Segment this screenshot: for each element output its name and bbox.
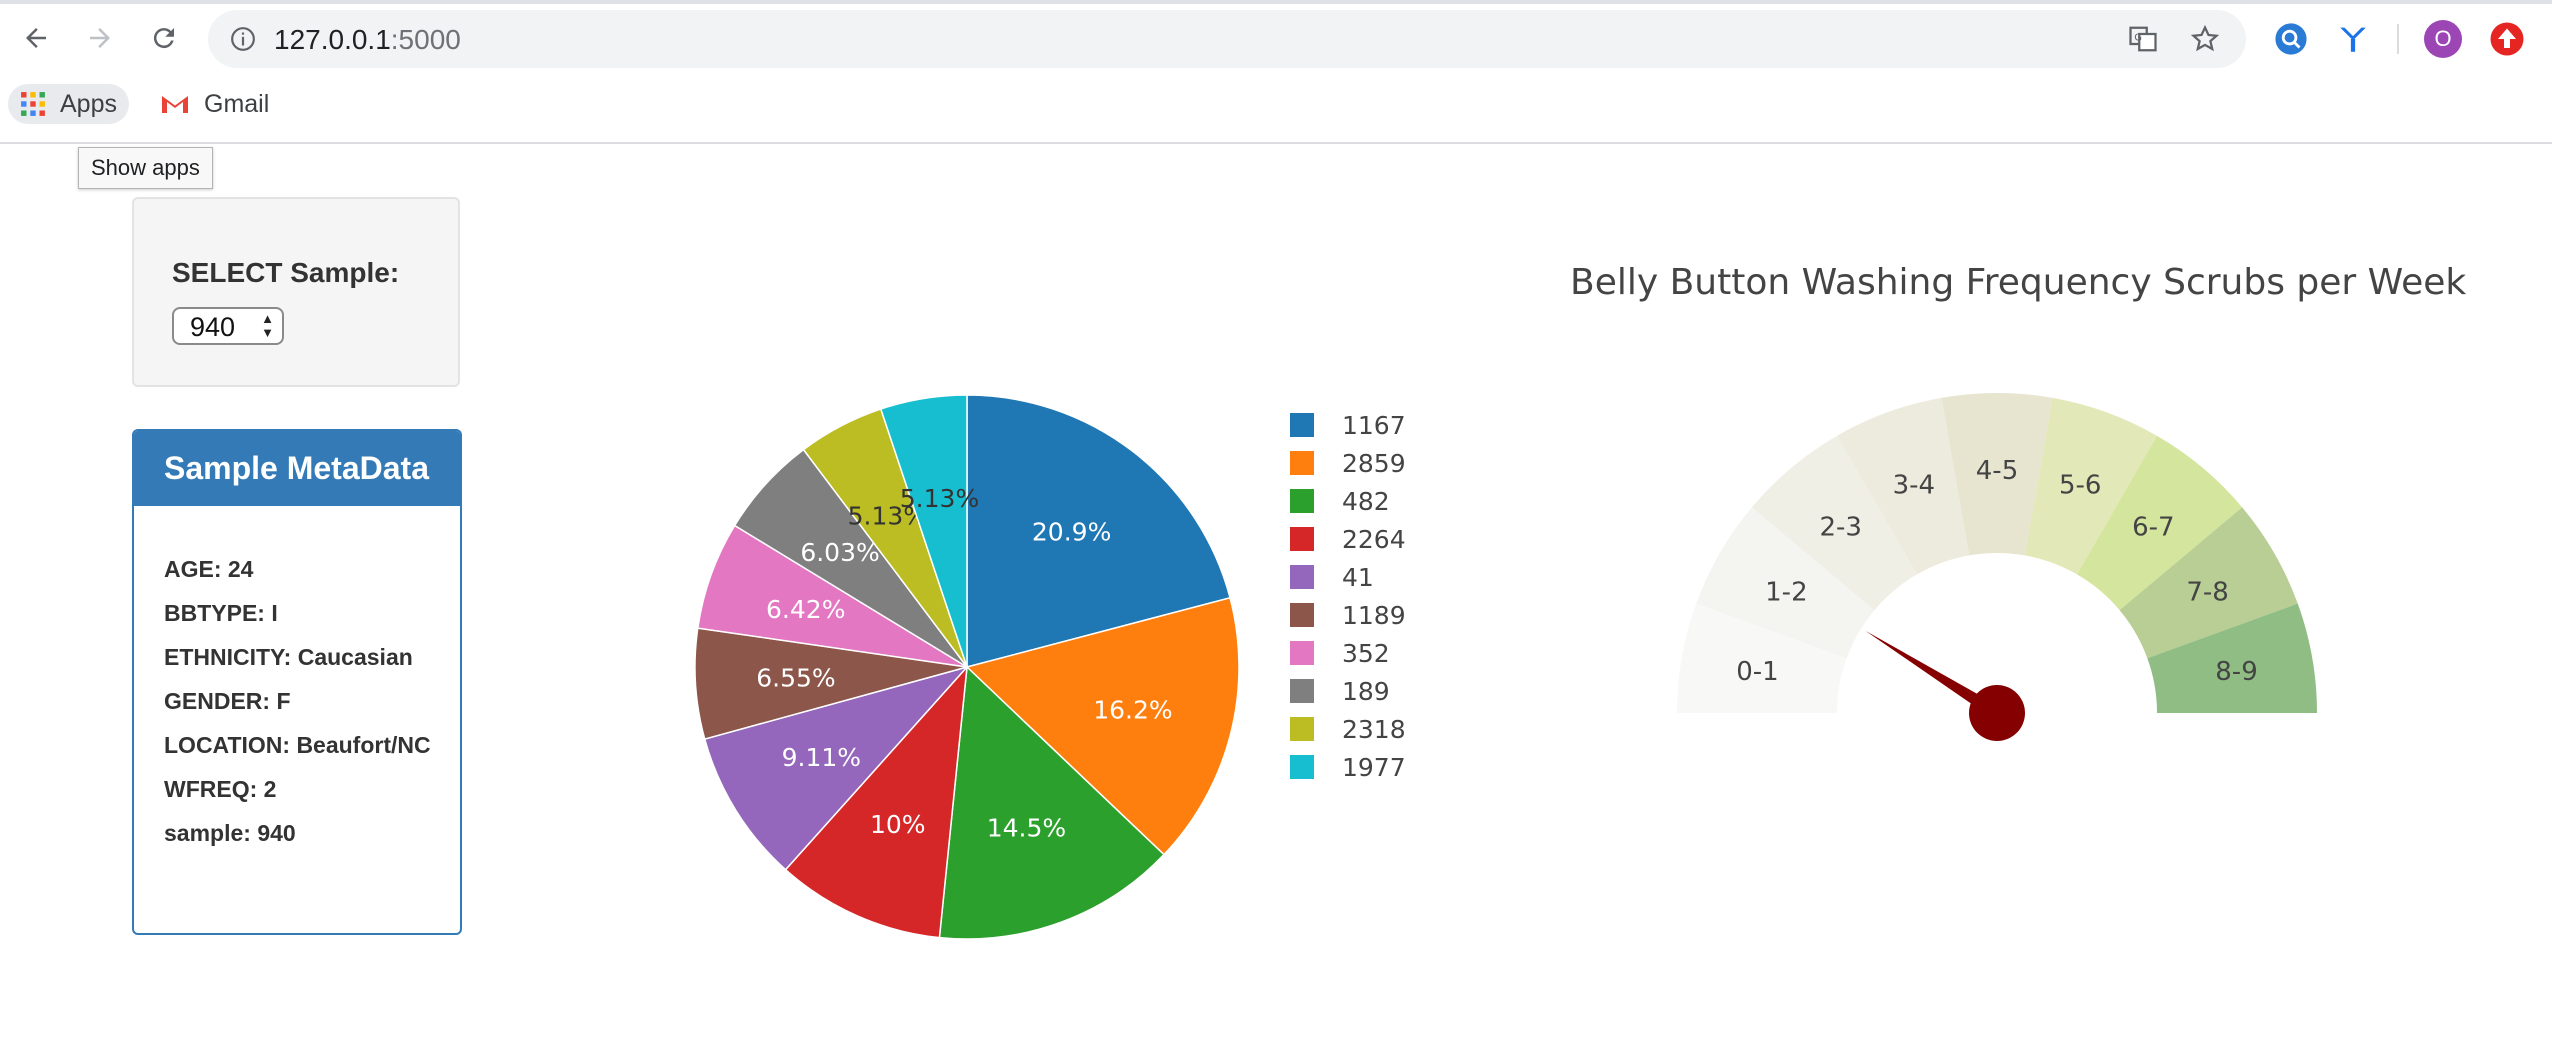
legend-swatch-1189	[1290, 603, 1314, 627]
gauge-needle-hub	[1969, 685, 2025, 741]
gauge-chart[interactable]: 0-1 1-2 2-3 3-4 4-5 5-6 6-7 7-8 8-9	[1540, 240, 2360, 800]
avatar: O	[2424, 20, 2462, 58]
metadata-panel-title: Sample MetaData	[134, 431, 460, 506]
legend-label-1167[interactable]: 1167	[1342, 411, 1406, 440]
extension-y[interactable]	[2334, 20, 2372, 58]
reload-button[interactable]	[142, 16, 186, 60]
gauge-band-label: 5-6	[2059, 470, 2101, 500]
browser-chrome: 127.0.0.1:5000 G O Apps Gmail	[0, 0, 2552, 144]
gauge-band-label: 0-1	[1736, 657, 1778, 687]
sample-select-value: 940	[190, 312, 236, 342]
y-extension-icon	[2340, 27, 2366, 52]
update-button[interactable]	[2488, 20, 2526, 58]
metadata-list: AGE: 24 BBTYPE: I ETHNICITY: Caucasian G…	[164, 556, 444, 864]
legend-swatch-41	[1290, 565, 1314, 589]
pie-chart[interactable]: 20.9% 16.2% 14.5% 10% 9.11% 6.55% 6.42% 6.03% 5.…	[680, 360, 1440, 960]
gmail-icon	[162, 96, 188, 113]
pie-slice-label: 9.11%	[782, 743, 861, 772]
legend-swatch-1167	[1290, 413, 1314, 437]
gauge-band-label: 4-5	[1976, 456, 2018, 486]
gauge-band-label: 6-7	[2132, 513, 2174, 543]
extension-search[interactable]	[2272, 20, 2310, 58]
sample-select-dropdown[interactable]: 940 ▲ ▼	[172, 307, 284, 345]
apps-grid-icon	[21, 92, 45, 116]
gauge-band-label: 8-9	[2215, 657, 2257, 687]
pie-slice-label: 6.03%	[800, 538, 879, 567]
select-sample-label: SELECT Sample:	[172, 257, 400, 288]
bookmark-gmail[interactable]: Gmail	[148, 84, 281, 124]
gauge-band-label: 1-2	[1765, 577, 1807, 607]
bookmark-apps[interactable]: Apps	[8, 84, 129, 124]
bookmark-gmail-label: Gmail	[204, 89, 270, 118]
legend-swatch-2264	[1290, 527, 1314, 551]
profile-avatar[interactable]: O	[2424, 20, 2462, 58]
legend-label-482[interactable]: 482	[1342, 487, 1390, 516]
forward-button[interactable]	[78, 16, 122, 60]
legend-swatch-189	[1290, 679, 1314, 703]
legend-swatch-2318	[1290, 717, 1314, 741]
select-arrows-icon: ▲ ▼	[261, 311, 274, 340]
sample-selector-panel: SELECT Sample: 940 ▲ ▼	[132, 197, 460, 387]
legend-label-1189[interactable]: 1189	[1342, 601, 1406, 630]
search-extension-icon	[2275, 23, 2307, 55]
metadata-location: LOCATION: Beaufort/NC	[164, 732, 431, 758]
toolbar-divider	[2397, 24, 2399, 54]
gauge-band-label: 3-4	[1893, 470, 1935, 500]
translate-icon[interactable]: G	[2128, 24, 2158, 54]
forward-arrow-icon	[90, 28, 110, 48]
legend-swatch-2859	[1290, 451, 1314, 475]
bookmark-star-icon[interactable]	[2190, 24, 2220, 54]
tab-strip-edge	[0, 0, 2552, 4]
metadata-sample: sample: 940	[164, 820, 296, 846]
sample-metadata-panel: Sample MetaData AGE: 24 BBTYPE: I ETHNIC…	[132, 429, 462, 935]
legend-swatch-1977	[1290, 755, 1314, 779]
back-button[interactable]	[14, 16, 58, 60]
update-arrow-icon	[2490, 22, 2524, 56]
pie-slice-label: 10%	[870, 810, 926, 839]
show-apps-tooltip: Show apps	[78, 147, 213, 189]
metadata-gender: GENDER: F	[164, 688, 291, 714]
svg-text:G: G	[2134, 32, 2142, 43]
legend-label-2859[interactable]: 2859	[1342, 449, 1406, 478]
legend-label-1977[interactable]: 1977	[1342, 753, 1406, 782]
reload-icon	[153, 28, 174, 49]
back-arrow-icon	[26, 28, 46, 48]
pie-slice-label: 14.5%	[987, 814, 1066, 843]
url-text: 127.0.0.1:5000	[274, 24, 461, 55]
pie-slice-label: 5.13%	[900, 484, 979, 513]
address-bar[interactable]: 127.0.0.1:5000 G	[208, 10, 2246, 68]
gauge-band-label: 7-8	[2186, 577, 2228, 607]
legend-label-352[interactable]: 352	[1342, 639, 1390, 668]
metadata-age: AGE: 24	[164, 556, 254, 582]
pie-slice-label: 6.55%	[756, 664, 835, 693]
info-icon[interactable]	[230, 26, 256, 52]
legend-label-2318[interactable]: 2318	[1342, 715, 1406, 744]
legend-label-2264[interactable]: 2264	[1342, 525, 1406, 554]
legend-swatch-482	[1290, 489, 1314, 513]
pie-slice-label: 16.2%	[1093, 696, 1172, 725]
bookmark-apps-label: Apps	[60, 89, 117, 118]
legend-label-41[interactable]: 41	[1342, 563, 1374, 592]
metadata-wfreq: WFREQ: 2	[164, 776, 277, 802]
legend-label-189[interactable]: 189	[1342, 677, 1390, 706]
metadata-ethnicity: ETHNICITY: Caucasian	[164, 644, 413, 670]
pie-slice-label: 20.9%	[1032, 517, 1111, 546]
metadata-bbtype: BBTYPE: I	[164, 600, 278, 626]
legend-swatch-352	[1290, 641, 1314, 665]
gauge-band-label: 2-3	[1819, 513, 1861, 543]
pie-slice-label: 6.42%	[766, 595, 845, 624]
